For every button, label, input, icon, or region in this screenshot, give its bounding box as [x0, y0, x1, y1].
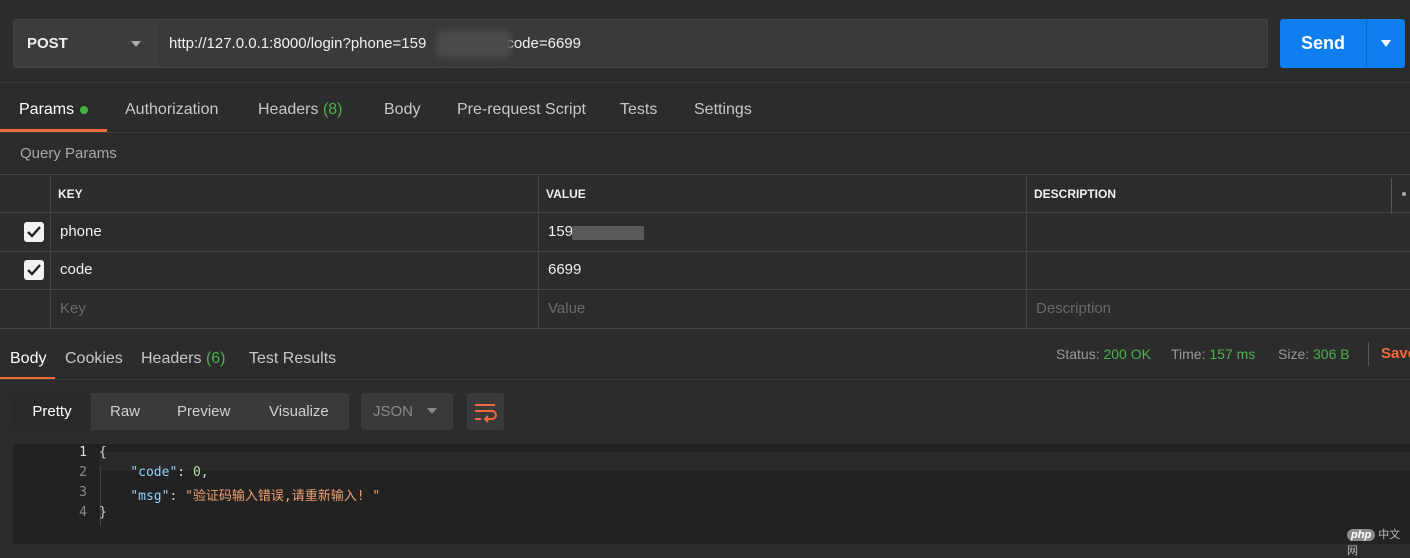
tab-count: (8) — [322, 101, 343, 118]
time-label: Time: — [1171, 346, 1206, 362]
current-line-highlight — [99, 452, 1410, 471]
new-key-input[interactable]: Key — [60, 300, 86, 317]
response-status: Status: 200 OK — [1056, 346, 1151, 362]
watermark-logo: php — [1347, 529, 1376, 541]
status-value: 200 OK — [1103, 346, 1151, 362]
time-value: 157 ms — [1209, 346, 1256, 362]
chevron-down-icon — [1381, 40, 1391, 47]
response-tab-headers[interactable]: Headers (6) — [141, 350, 226, 368]
url-input[interactable]: http://127.0.0.1:8000/login?phone=159 &co… — [156, 19, 1268, 68]
format-select[interactable]: JSON — [361, 393, 453, 430]
check-icon — [27, 264, 41, 276]
column-header-key: KEY — [58, 187, 83, 201]
tab-label: Headers — [258, 101, 319, 118]
tab-authorization[interactable]: Authorization — [125, 101, 218, 119]
divider — [0, 379, 1410, 380]
tab-label: Headers — [141, 350, 202, 367]
tab-pre-request-script[interactable]: Pre-request Script — [457, 101, 586, 119]
query-params-title: Query Params — [20, 145, 117, 162]
response-tab-test-results[interactable]: Test Results — [249, 350, 336, 368]
param-value[interactable]: 6699 — [548, 261, 581, 278]
response-tab-cookies[interactable]: Cookies — [65, 350, 123, 368]
row-checkbox[interactable] — [24, 222, 44, 242]
send-dropdown-button[interactable] — [1366, 19, 1405, 68]
method-selector[interactable]: POST — [13, 19, 156, 68]
line-number: 3 — [79, 485, 87, 500]
more-options-icon[interactable] — [1402, 192, 1406, 196]
response-body-editor[interactable]: 1 2 3 4 { "code": 0, "msg": "验证码输入错误,请重新… — [13, 444, 1410, 544]
redacted-blur — [436, 30, 512, 58]
tab-count: (6) — [205, 350, 226, 367]
method-label: POST — [27, 35, 68, 52]
watermark: php 中文网 — [1347, 526, 1410, 558]
format-label: JSON — [373, 403, 414, 420]
code-line: { — [99, 445, 107, 460]
size-value: 306 B — [1313, 346, 1350, 362]
param-key[interactable]: phone — [60, 223, 102, 240]
response-size: Size: 306 B — [1278, 346, 1350, 362]
json-string: "验证码输入错误,请重新输入! " — [185, 489, 381, 504]
wrap-lines-button[interactable] — [467, 393, 504, 430]
chevron-down-icon — [427, 408, 437, 414]
json-number: 0 — [192, 465, 201, 480]
response-time: Time: 157 ms — [1171, 346, 1255, 362]
column-header-description: DESCRIPTION — [1034, 187, 1117, 201]
code-line: "code": 0, — [130, 465, 209, 480]
tab-label: Params — [19, 101, 75, 118]
chevron-down-icon — [131, 41, 141, 47]
view-visualize-button[interactable]: Visualize — [269, 393, 329, 430]
tab-body[interactable]: Body — [384, 101, 420, 119]
send-button[interactable]: Send — [1280, 19, 1366, 68]
param-value[interactable]: 159 — [548, 223, 573, 240]
json-key: "code" — [130, 465, 178, 480]
json-key: "msg" — [130, 489, 170, 504]
view-preview-button[interactable]: Preview — [177, 393, 230, 430]
view-mode-group: Pretty Raw Preview Visualize — [13, 393, 349, 430]
active-dot-icon — [80, 105, 89, 114]
save-response-button[interactable]: Save — [1381, 345, 1410, 362]
code-line: "msg": "验证码输入错误,请重新输入! " — [130, 489, 381, 504]
column-header-value: VALUE — [546, 187, 586, 201]
check-icon — [27, 226, 41, 238]
view-pretty-button[interactable]: Pretty — [13, 393, 91, 430]
tab-headers[interactable]: Headers (8) — [258, 101, 343, 119]
url-text: http://127.0.0.1:8000/login?phone=159 &co… — [169, 35, 581, 52]
size-label: Size: — [1278, 346, 1310, 362]
line-number: 2 — [79, 465, 87, 480]
new-value-input[interactable]: Value — [548, 300, 585, 317]
divider — [1368, 342, 1369, 366]
divider — [0, 132, 1410, 133]
tab-settings[interactable]: Settings — [694, 101, 752, 119]
url-prefix: http://127.0.0.1:8000/login?phone=159 — [169, 35, 427, 52]
params-table: KEY VALUE DESCRIPTION phone 159 code 669… — [0, 174, 1410, 329]
param-key[interactable]: code — [60, 261, 93, 278]
new-description-input[interactable]: Description — [1036, 300, 1111, 317]
row-checkbox[interactable] — [24, 260, 44, 280]
response-tab-body[interactable]: Body — [10, 350, 46, 368]
redacted-blur — [572, 226, 644, 240]
code-line: } — [99, 505, 107, 520]
view-raw-button[interactable]: Raw — [110, 393, 140, 430]
tab-tests[interactable]: Tests — [620, 101, 657, 119]
status-label: Status: — [1056, 346, 1100, 362]
line-number: 4 — [79, 505, 87, 520]
tab-params[interactable]: Params — [19, 101, 89, 119]
line-number: 1 — [79, 445, 87, 460]
wrap-icon — [475, 404, 497, 423]
divider — [0, 82, 1410, 83]
